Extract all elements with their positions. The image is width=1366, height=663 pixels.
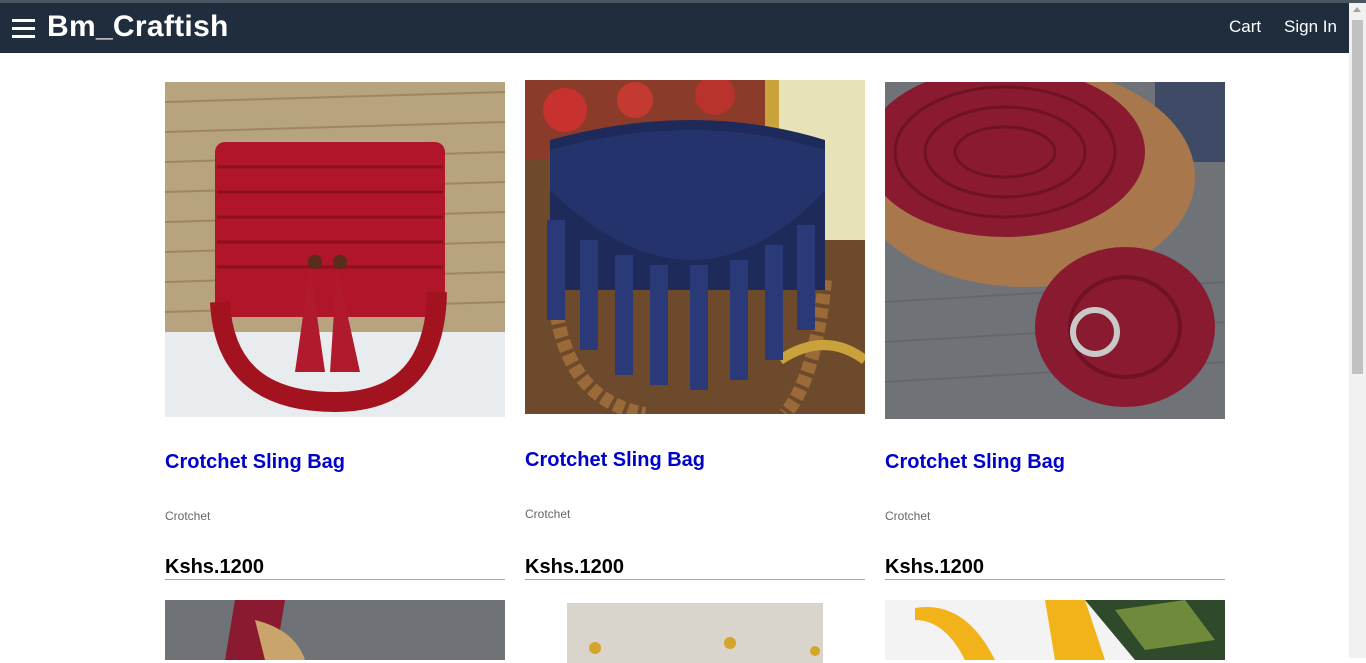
product-price: Kshs.1200 <box>885 556 984 578</box>
product-image[interactable] <box>525 603 865 663</box>
divider <box>885 579 1225 580</box>
divider <box>165 579 505 580</box>
product-price: Kshs.1200 <box>525 556 624 578</box>
vertical-scrollbar[interactable] <box>1349 3 1366 658</box>
cart-link[interactable]: Cart <box>1229 17 1261 37</box>
product-image[interactable] <box>165 82 505 417</box>
product-category: Crotchet <box>885 509 931 523</box>
brand-title[interactable]: Bm_Craftish <box>47 10 229 44</box>
product-category: Crotchet <box>525 507 571 521</box>
hamburger-menu-icon[interactable] <box>12 17 36 39</box>
product-title-link[interactable]: Crotchet Sling Bag <box>885 451 1065 474</box>
product-image[interactable] <box>885 82 1225 419</box>
product-image[interactable] <box>525 80 865 414</box>
product-price: Kshs.1200 <box>165 556 264 578</box>
sign-in-link[interactable]: Sign In <box>1284 17 1337 37</box>
product-title-link[interactable]: Crotchet Sling Bag <box>165 451 345 474</box>
product-category: Crotchet <box>165 509 211 523</box>
divider <box>525 579 865 580</box>
top-navbar: Bm_Craftish Cart Sign In <box>0 3 1349 53</box>
product-image[interactable] <box>885 600 1225 660</box>
product-image[interactable] <box>165 600 505 660</box>
scroll-thumb[interactable] <box>1352 20 1363 374</box>
product-title-link[interactable]: Crotchet Sling Bag <box>525 449 705 472</box>
scroll-up-arrow-icon[interactable] <box>1353 7 1361 12</box>
